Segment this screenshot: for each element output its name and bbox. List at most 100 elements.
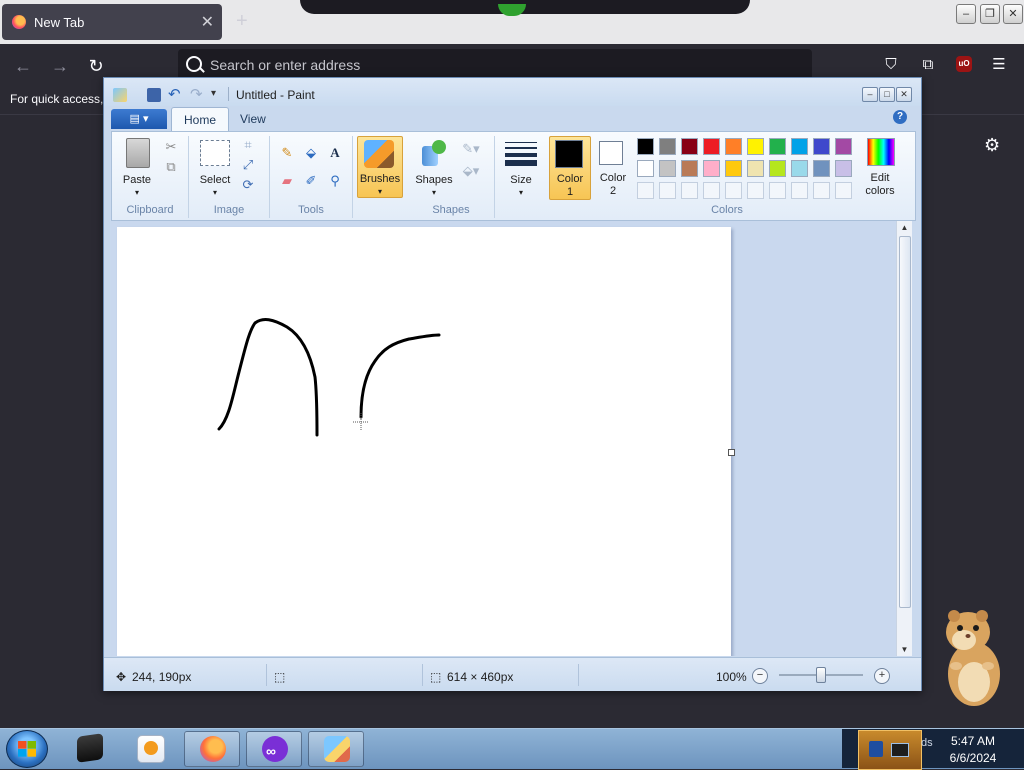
- palette-swatch[interactable]: [813, 138, 830, 155]
- palette-swatch[interactable]: [637, 138, 654, 155]
- palette-swatch[interactable]: [703, 138, 720, 155]
- text-tool-icon[interactable]: A: [326, 144, 344, 162]
- browser-minimize-button[interactable]: –: [956, 4, 976, 24]
- rotate-icon[interactable]: ⟳: [239, 176, 257, 194]
- palette-swatch[interactable]: [681, 160, 698, 177]
- color2-button[interactable]: Color 2: [593, 136, 633, 198]
- pencil-icon[interactable]: ✎: [278, 144, 296, 162]
- tab-home[interactable]: Home: [171, 107, 230, 132]
- taskbar-app-purple[interactable]: ∞: [246, 731, 302, 767]
- custom-color-slot[interactable]: [681, 182, 698, 199]
- start-button[interactable]: [6, 730, 48, 768]
- palette-swatch[interactable]: [725, 138, 742, 155]
- colors-group: Color 1 Color 2 Edit colors Colors: [549, 136, 905, 218]
- custom-color-slot[interactable]: [791, 182, 808, 199]
- palette-swatch[interactable]: [813, 160, 830, 177]
- tab-view[interactable]: View: [228, 107, 278, 131]
- palette-swatch[interactable]: [835, 138, 852, 155]
- taskbar-firefox[interactable]: [184, 731, 240, 767]
- edit-colors-button[interactable]: Edit colors: [859, 136, 901, 198]
- color1-button[interactable]: Color 1: [549, 136, 591, 200]
- drawing-canvas[interactable]: [117, 227, 731, 656]
- outline-icon[interactable]: ✎▾: [462, 140, 480, 158]
- zoom-slider-thumb[interactable]: [816, 667, 826, 683]
- palette-swatch[interactable]: [791, 160, 808, 177]
- resize-icon[interactable]: ⤢: [239, 156, 257, 174]
- fill-icon[interactable]: ⬙▾: [462, 162, 480, 180]
- fill-bucket-icon[interactable]: ⬙: [302, 144, 320, 162]
- paint-minimize-button[interactable]: –: [862, 87, 878, 102]
- scroll-thumb[interactable]: [899, 236, 911, 608]
- custom-color-slot[interactable]: [725, 182, 742, 199]
- help-icon[interactable]: ?: [893, 110, 907, 124]
- taskbar-clock[interactable]: 5:47 AM 6/6/2024: [936, 733, 1010, 767]
- palette-swatch[interactable]: [769, 138, 786, 155]
- tab-close-icon[interactable]: ✕: [201, 12, 214, 32]
- back-arrow-icon[interactable]: ←: [12, 55, 34, 77]
- copy-icon[interactable]: ⧉: [162, 158, 180, 176]
- taskbar-paint[interactable]: [308, 731, 364, 767]
- custom-color-slot[interactable]: [637, 182, 654, 199]
- canvas-resize-handle[interactable]: [728, 449, 735, 456]
- vertical-scrollbar[interactable]: ▲ ▼: [896, 221, 912, 656]
- file-menu-button[interactable]: ▤ ▾: [111, 109, 167, 129]
- eraser-icon[interactable]: ▰: [278, 172, 296, 190]
- browser-tab-new-tab[interactable]: New Tab ✕: [2, 4, 222, 40]
- taskbar-terminal[interactable]: [62, 731, 116, 765]
- crop-icon[interactable]: ⌗: [239, 136, 257, 154]
- browser-close-button[interactable]: ✕: [1003, 4, 1023, 24]
- zoom-in-button[interactable]: +: [874, 668, 890, 684]
- color1-number: 1: [566, 186, 574, 198]
- forward-arrow-icon[interactable]: →: [49, 55, 71, 77]
- scroll-down-icon[interactable]: ▼: [897, 645, 912, 654]
- palette-swatch[interactable]: [725, 160, 742, 177]
- paste-button[interactable]: Paste ▾: [118, 138, 156, 197]
- browser-restore-button[interactable]: ❐: [980, 4, 1000, 24]
- custom-color-slot[interactable]: [813, 182, 830, 199]
- menu-icon[interactable]: ☰: [990, 56, 1008, 74]
- palette-swatch[interactable]: [681, 138, 698, 155]
- taskbar-media-player[interactable]: [122, 731, 176, 765]
- undo-icon[interactable]: ↶: [168, 85, 181, 103]
- select-button[interactable]: Select ▾: [195, 138, 235, 197]
- extensions-icon[interactable]: ⧉: [919, 56, 937, 74]
- reload-icon[interactable]: ↻: [85, 55, 107, 77]
- brushes-button[interactable]: Brushes ▾: [357, 136, 403, 198]
- scroll-up-icon[interactable]: ▲: [897, 223, 912, 232]
- custom-color-slot[interactable]: [659, 182, 676, 199]
- windows-logo-icon: [18, 741, 36, 757]
- shapes-button[interactable]: Shapes ▾: [412, 138, 456, 197]
- palette-swatch[interactable]: [769, 160, 786, 177]
- settings-gear-icon[interactable]: ⚙: [984, 135, 1000, 156]
- palette-swatch[interactable]: [637, 160, 654, 177]
- palette-swatch[interactable]: [747, 160, 764, 177]
- custom-color-slot[interactable]: [835, 182, 852, 199]
- edit-colors-icon: [867, 138, 895, 166]
- paint-close-button[interactable]: ✕: [896, 87, 912, 102]
- custom-color-slot[interactable]: [703, 182, 720, 199]
- redo-icon[interactable]: ↷: [190, 85, 203, 103]
- color-picker-icon[interactable]: ✐: [302, 172, 320, 190]
- drawing-strokes: [217, 318, 441, 437]
- custom-color-slot[interactable]: [769, 182, 786, 199]
- brush-icon: [364, 140, 394, 168]
- paint-maximize-button[interactable]: □: [879, 87, 895, 102]
- pocket-icon[interactable]: ⛉: [882, 56, 900, 74]
- palette-swatch[interactable]: [791, 138, 808, 155]
- cut-icon[interactable]: ✂: [162, 138, 180, 156]
- tray-preview-thumbnail[interactable]: [858, 730, 922, 770]
- palette-swatch[interactable]: [703, 160, 720, 177]
- custom-color-slot[interactable]: [747, 182, 764, 199]
- palette-swatch[interactable]: [747, 138, 764, 155]
- magnifier-icon[interactable]: ⚲: [326, 172, 344, 190]
- palette-swatch[interactable]: [659, 138, 676, 155]
- size-button[interactable]: Size ▾: [499, 138, 543, 197]
- palette-swatch[interactable]: [835, 160, 852, 177]
- ublock-icon[interactable]: uO: [956, 56, 972, 72]
- brushes-dropdown-icon: ▾: [377, 187, 382, 196]
- zoom-out-button[interactable]: −: [752, 668, 768, 684]
- quick-access-dropdown-icon[interactable]: ▾: [211, 88, 216, 99]
- save-icon[interactable]: [147, 88, 161, 102]
- palette-swatch[interactable]: [659, 160, 676, 177]
- new-tab-button[interactable]: +: [236, 10, 248, 33]
